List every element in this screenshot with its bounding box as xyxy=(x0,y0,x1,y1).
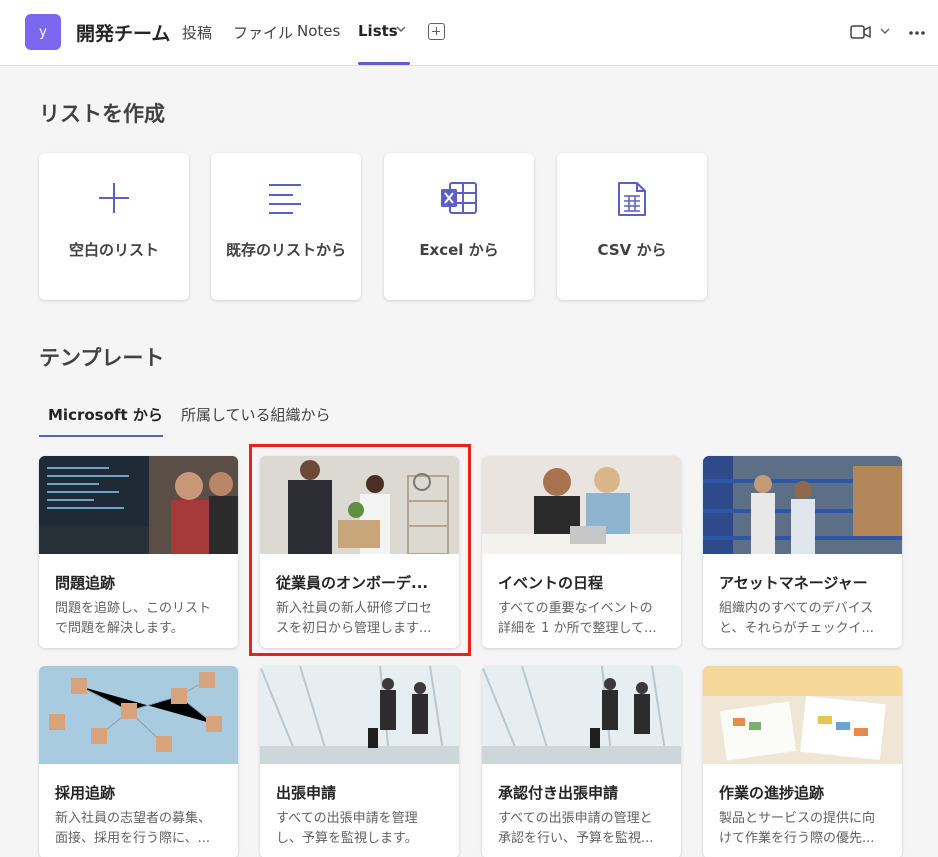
template-card-issue-tracker[interactable]: 問題追跡 問題を追跡し、このリスト で問題を解決します。 xyxy=(39,456,238,648)
template-title: 採用追跡 xyxy=(55,784,116,802)
csv-file-icon xyxy=(618,182,646,216)
template-card-asset-manager[interactable]: アセットマネージャー 組織内のすべてのデバイス と、それらがチェックイ... xyxy=(703,456,902,648)
create-list-title: リストを作成 xyxy=(39,102,165,126)
template-description: 新入社員の志望者の募集、 面接、採用を行う際に、... xyxy=(55,809,227,849)
template-desc-line: 新入社員の志望者の募集、 xyxy=(55,811,212,826)
template-desc-line: と、それらがチェックイ... xyxy=(719,621,874,636)
template-desc-line: すべての出張申請の管理と xyxy=(498,811,653,826)
template-title: イベントの日程 xyxy=(498,574,604,592)
template-image xyxy=(482,666,681,764)
templates-title: テンプレート xyxy=(39,346,165,370)
template-card-recruitment-tracker[interactable]: 採用追跡 新入社員の志望者の募集、 面接、採用を行う際に、... xyxy=(39,666,238,857)
template-desc-line: し、予算を監視します。 xyxy=(276,831,418,846)
tab-from-microsoft[interactable]: Microsoft から xyxy=(48,404,163,425)
template-desc-line: すべての出張申請を管理 xyxy=(276,811,418,826)
template-title: 作業の進捗追跡 xyxy=(719,784,825,802)
template-description: 組織内のすべてのデバイス と、それらがチェックイ... xyxy=(719,599,891,639)
chevron-down-icon[interactable] xyxy=(396,23,406,37)
create-from-excel-card[interactable]: Excel から xyxy=(384,153,534,300)
team-avatar-letter: y xyxy=(39,24,47,40)
tab-lists[interactable]: Lists xyxy=(358,22,398,40)
template-image xyxy=(39,456,238,554)
template-desc-line: 組織内のすべてのデバイス xyxy=(719,601,874,616)
template-image xyxy=(703,666,902,764)
template-card-work-progress-tracker[interactable]: 作業の進捗追跡 製品とサービスの提供に向 けて作業を行う際の優先... xyxy=(703,666,902,857)
create-card-label: Excel から xyxy=(419,241,499,259)
create-blank-list-card[interactable]: 空白のリスト xyxy=(39,153,189,300)
template-title: 問題追跡 xyxy=(55,574,116,592)
template-title: 出張申請 xyxy=(276,784,337,802)
template-description: すべての重要なイベントの 詳細を 1 か所で整理して... xyxy=(498,599,670,639)
active-tab-indicator xyxy=(358,62,410,65)
team-name[interactable]: 開発チーム xyxy=(76,19,170,46)
template-card-event-itinerary[interactable]: イベントの日程 すべての重要なイベントの 詳細を 1 か所で整理して... xyxy=(482,456,681,648)
template-image xyxy=(39,666,238,764)
template-desc-line: 製品とサービスの提供に向 xyxy=(719,811,876,826)
template-tab-indicator xyxy=(39,435,163,437)
template-image xyxy=(703,456,902,554)
tab-from-organization[interactable]: 所属している組織から xyxy=(181,404,331,425)
video-chevron-down-icon[interactable] xyxy=(880,25,890,39)
template-desc-line: すべての重要なイベントの xyxy=(498,601,653,616)
tab-files[interactable]: ファイル xyxy=(233,22,293,43)
template-description: 問題を追跡し、このリスト で問題を解決します。 xyxy=(55,599,227,639)
template-image xyxy=(260,666,459,764)
create-card-label: CSV から xyxy=(597,241,667,259)
template-card-travel-requests[interactable]: 出張申請 すべての出張申請を管理 し、予算を監視します。 xyxy=(260,666,459,857)
more-options-icon[interactable] xyxy=(908,20,926,41)
template-description: すべての出張申請を管理 し、予算を監視します。 xyxy=(276,809,448,849)
template-desc-line: 詳細を 1 か所で整理して... xyxy=(498,621,657,636)
template-description: すべての出張申請の管理と 承認を行い、予算を監視... xyxy=(498,809,670,849)
template-desc-line: 問題を追跡し、このリスト xyxy=(55,601,212,616)
highlight-box xyxy=(249,444,471,656)
template-title: アセットマネージャー xyxy=(719,574,868,592)
create-from-existing-card[interactable]: 既存のリストから xyxy=(211,153,361,300)
template-desc-line: 面接、採用を行う際に、... xyxy=(55,831,211,846)
list-lines-icon xyxy=(269,184,301,214)
template-desc-line: 承認を行い、予算を監視... xyxy=(498,831,654,846)
tab-notes[interactable]: Notes xyxy=(297,22,340,40)
create-card-label: 既存のリストから xyxy=(225,241,346,259)
tab-posts[interactable]: 投稿 xyxy=(182,22,212,43)
channel-header: y 開発チーム 投稿 ファイル Notes Lists xyxy=(0,0,938,66)
add-tab-icon[interactable] xyxy=(428,23,445,40)
team-avatar[interactable]: y xyxy=(25,14,61,50)
excel-icon xyxy=(441,182,477,214)
template-image xyxy=(482,456,681,554)
create-from-csv-card[interactable]: CSV から xyxy=(557,153,707,300)
template-card-travel-requests-approval[interactable]: 承認付き出張申請 すべての出張申請の管理と 承認を行い、予算を監視... xyxy=(482,666,681,857)
template-desc-line: で問題を解決します。 xyxy=(55,621,184,636)
video-call-icon[interactable] xyxy=(850,24,872,40)
create-card-label: 空白のリスト xyxy=(68,241,159,259)
template-desc-line: けて作業を行う際の優先... xyxy=(719,831,875,846)
plus-icon xyxy=(99,183,129,213)
template-title: 承認付き出張申請 xyxy=(498,784,619,802)
template-description: 製品とサービスの提供に向 けて作業を行う際の優先... xyxy=(719,809,891,849)
